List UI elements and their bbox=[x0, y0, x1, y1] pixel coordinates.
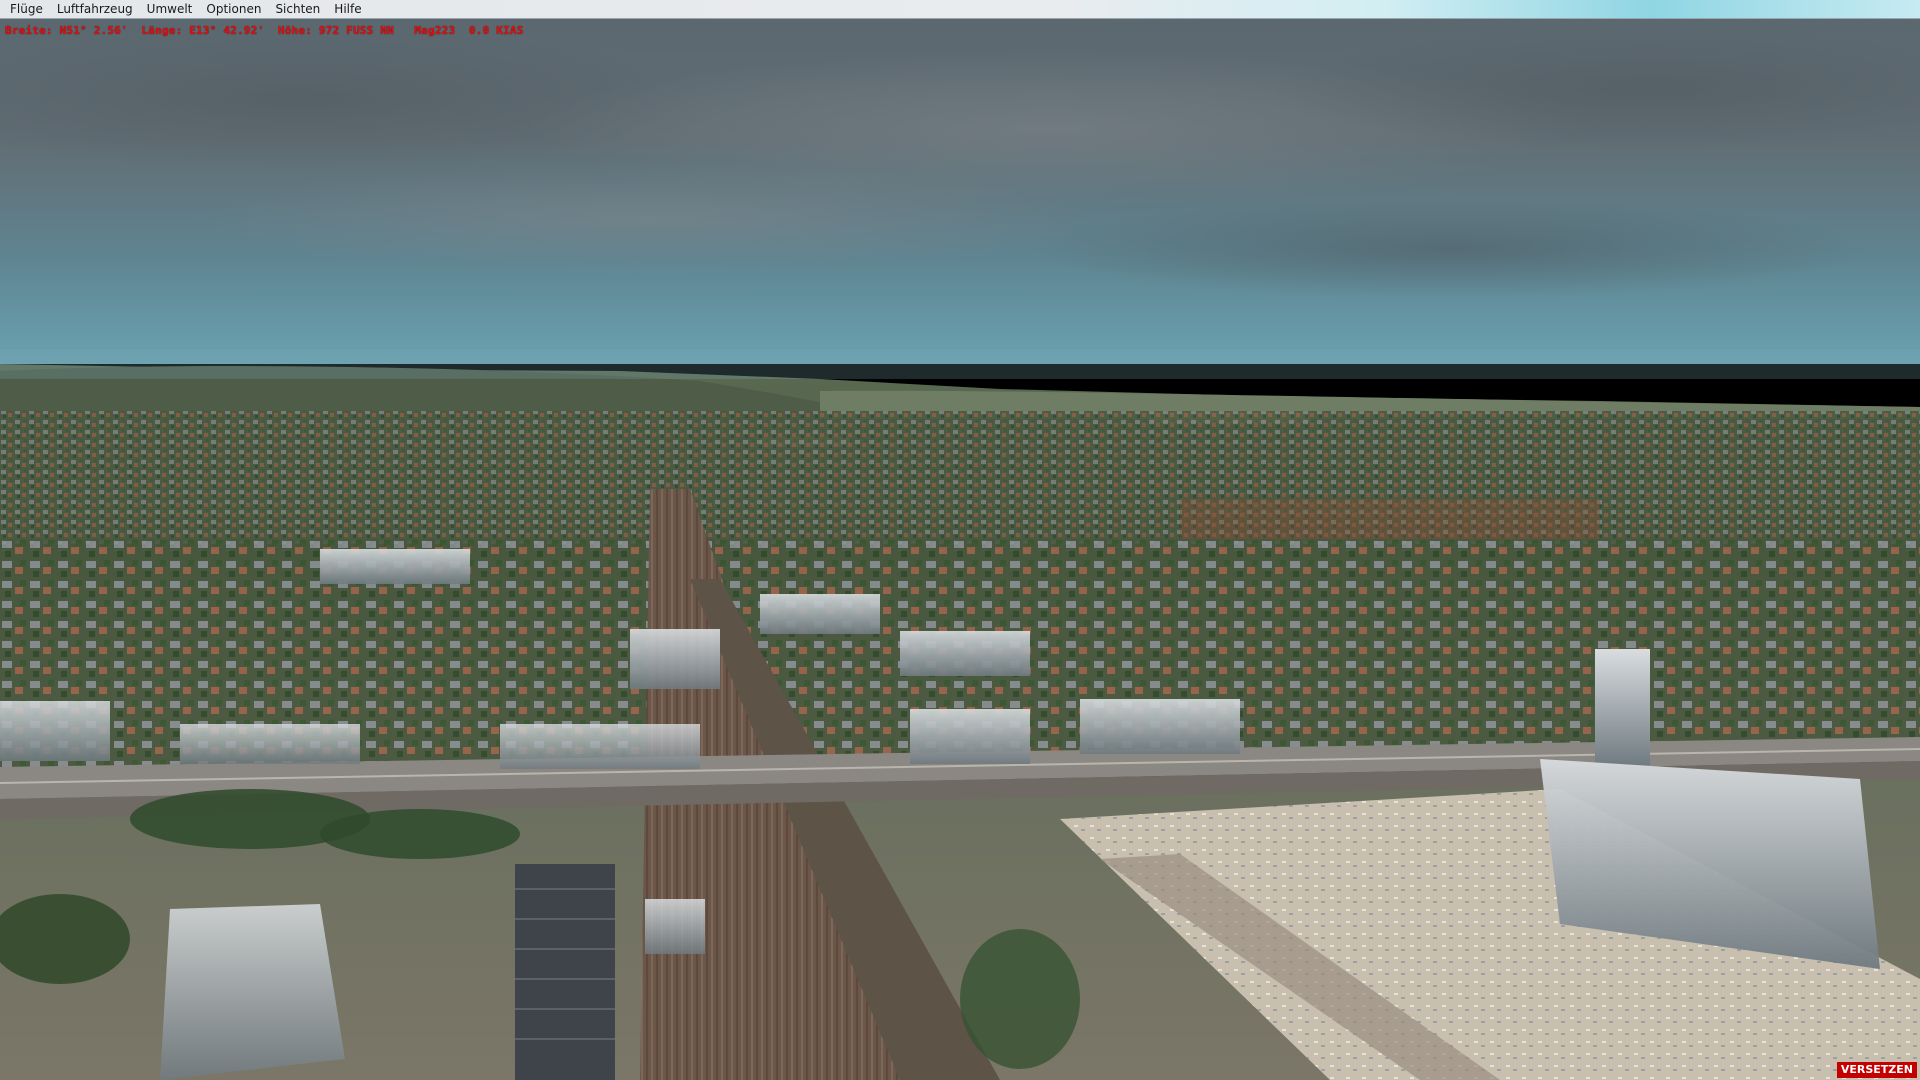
scenery-viewport[interactable] bbox=[0, 19, 1920, 1080]
menu-umwelt[interactable]: Umwelt bbox=[140, 0, 200, 19]
menu-hilfe[interactable]: Hilfe bbox=[327, 0, 368, 19]
menu-optionen[interactable]: Optionen bbox=[199, 0, 268, 19]
menu-fluege[interactable]: Flüge bbox=[6, 0, 50, 19]
aerial-city-view bbox=[0, 19, 1920, 1080]
position-readout: Breite: N51° 2.56' Länge: E13° 42.92' Hö… bbox=[5, 24, 524, 37]
menu-sichten[interactable]: Sichten bbox=[268, 0, 327, 19]
slew-mode-badge: VERSETZEN bbox=[1836, 1062, 1917, 1078]
menu-bar: Flüge Luftfahrzeug Umwelt Optionen Sicht… bbox=[0, 0, 1920, 19]
menu-luftfahrzeug[interactable]: Luftfahrzeug bbox=[50, 0, 140, 19]
